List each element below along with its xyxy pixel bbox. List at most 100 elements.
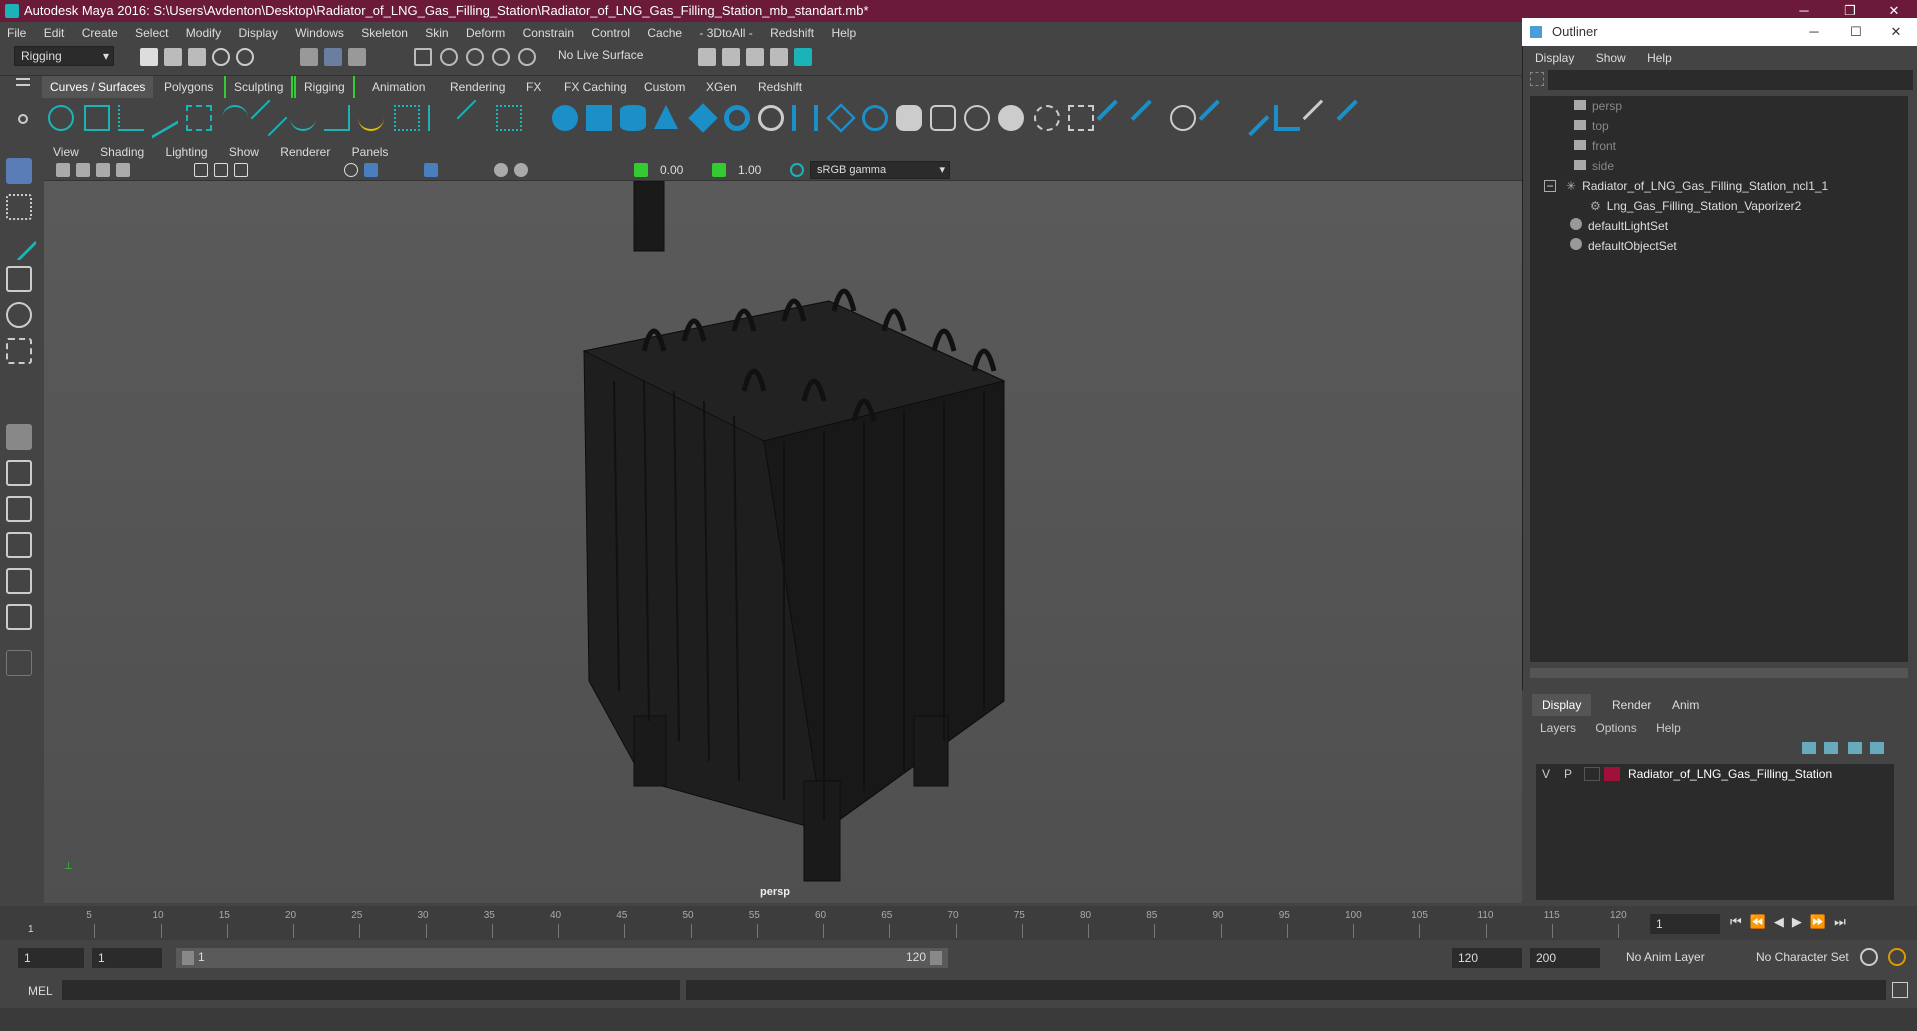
film-gate-icon[interactable] [214,163,228,177]
colorspace-dropdown[interactable]: sRGB gamma ▾ [810,161,950,179]
new-scene-icon[interactable] [140,48,158,66]
outliner-horizontal-scrollbar[interactable] [1530,668,1908,678]
layer-menu-help[interactable]: Help [1648,721,1689,735]
layout-outliner-icon[interactable] [6,532,32,558]
extrude-icon[interactable] [862,105,888,131]
menu-skin[interactable]: Skin [418,22,455,44]
outliner-minimize-icon[interactable]: ─ [1794,18,1834,46]
outliner-menu-display[interactable]: Display [1526,48,1583,68]
insert-knot-icon[interactable] [496,105,522,131]
square-surface-icon[interactable] [964,105,990,131]
layout-single-icon[interactable] [6,424,32,450]
scale-tool-icon[interactable] [6,338,32,364]
range-end-handle[interactable] [930,951,942,965]
cv-curve-icon[interactable] [118,105,144,131]
birail-icon[interactable] [896,105,922,131]
nurbs-square-icon[interactable] [84,105,110,131]
menu-help[interactable]: Help [824,22,863,44]
menu-edit[interactable]: Edit [37,22,72,44]
layout-graph-icon[interactable] [6,568,32,594]
redo-icon[interactable] [236,48,254,66]
current-frame-field[interactable]: 1 [1650,914,1720,934]
layer-color-swatch[interactable] [1604,767,1620,781]
script-editor-icon[interactable] [1892,982,1908,998]
end-time-field[interactable]: 120 [1452,948,1522,968]
extend-curve-icon[interactable] [456,99,494,137]
menu-select[interactable]: Select [128,22,175,44]
image-plane-icon[interactable] [116,163,130,177]
outliner-item-persp[interactable]: persp [1574,96,1622,116]
layer-type-toggle[interactable] [1584,767,1600,781]
insert-isoparm-icon[interactable] [1274,105,1300,131]
snap-point-icon[interactable] [466,48,484,66]
start-time-field[interactable]: 1 [18,948,84,968]
menu-cache[interactable]: Cache [640,22,689,44]
tab-polygons[interactable]: Polygons [156,76,221,98]
tab-xgen[interactable]: XGen [698,76,745,98]
render-view-icon[interactable] [794,48,812,66]
tab-rigging[interactable]: Rigging [294,76,355,98]
paint-select-icon[interactable] [0,224,38,262]
nurbs-plane-icon[interactable] [688,103,718,133]
tab-fx-caching[interactable]: FX Caching [556,76,635,98]
tab-custom[interactable]: Custom [636,76,693,98]
move-layer-down-icon[interactable] [1824,742,1838,754]
rebuild-curve-icon[interactable] [394,105,420,131]
color-management-icon[interactable] [790,163,804,177]
nurbs-cylinder-icon[interactable] [620,105,646,131]
gamma-field[interactable]: 1.00 [732,161,782,179]
render-settings-icon[interactable] [746,48,764,66]
command-input[interactable] [62,980,680,1000]
layer-visibility-toggle[interactable]: V [1542,764,1550,784]
tab-render[interactable]: Render [1602,694,1661,716]
outliner-item-default-light-set[interactable]: defaultLightSet [1570,216,1668,236]
layout-hypershade-icon[interactable] [6,604,32,630]
offset-curve-icon[interactable] [358,105,384,131]
grid-icon[interactable] [194,163,208,177]
planar-icon[interactable] [826,103,856,133]
tab-sculpting[interactable]: Sculpting [224,76,294,98]
range-slider[interactable]: 1 120 [176,948,948,968]
gamma-icon[interactable] [712,163,726,177]
panel-menu-shading[interactable]: Shading [91,143,153,161]
panel-menu-panels[interactable]: Panels [343,143,398,161]
outliner-item-vaporizer[interactable]: ⚙ Lng_Gas_Filling_Station_Vaporizer2 [1590,196,1801,216]
live-surface-field[interactable]: No Live Surface [552,46,652,66]
tab-anim[interactable]: Anim [1662,694,1709,716]
nurbs-torus-icon[interactable] [724,105,750,131]
intersect-surface-icon[interactable] [1068,105,1094,131]
loft-icon[interactable] [792,105,818,131]
outliner-menu-show[interactable]: Show [1587,48,1635,68]
exposure-field[interactable]: 0.00 [654,161,704,179]
attach-surface-icon[interactable] [1170,105,1196,131]
layout-four-icon[interactable] [6,460,32,486]
revolve-icon[interactable] [758,105,784,131]
camera-select-icon[interactable] [56,163,70,177]
trim-icon[interactable] [1096,99,1134,137]
command-language-label[interactable]: MEL [28,984,53,998]
menu-redshift[interactable]: Redshift [763,22,821,44]
select-tool-icon[interactable] [6,158,32,184]
select-component-icon[interactable] [348,48,366,66]
ipr-render-icon[interactable] [722,48,740,66]
attach-curve-icon[interactable] [290,105,316,131]
time-slider[interactable]: 5 10 15 20 25 30 35 40 45 50 55 60 65 70 75 80 85 90 95 100… [0,906,1917,940]
ep-curve-icon[interactable] [186,105,212,131]
outliner-item-radiator-group[interactable]: − ✳ Radiator_of_LNG_Gas_Filling_Station_nc… [1544,176,1828,196]
range-start-handle[interactable] [182,951,194,965]
outliner-item-side[interactable]: side [1574,156,1614,176]
smooth-shade-icon[interactable] [364,163,378,177]
select-hierarchy-icon[interactable] [300,48,318,66]
pencil-curve-icon[interactable] [152,97,178,139]
outliner-item-front[interactable]: front [1574,136,1616,156]
save-scene-icon[interactable] [188,48,206,66]
anim-end-field[interactable]: 200 [1530,948,1600,968]
menu-display[interactable]: Display [231,22,284,44]
snap-grid-icon[interactable] [414,48,432,66]
3d-scene[interactable]: ⊥ [44,180,1522,903]
render-frame-icon[interactable] [698,48,716,66]
move-layer-up-icon[interactable] [1802,742,1816,754]
new-layer-selected-icon[interactable] [1870,742,1884,754]
panel-menu-view[interactable]: View [44,143,88,161]
menu-windows[interactable]: Windows [288,22,351,44]
